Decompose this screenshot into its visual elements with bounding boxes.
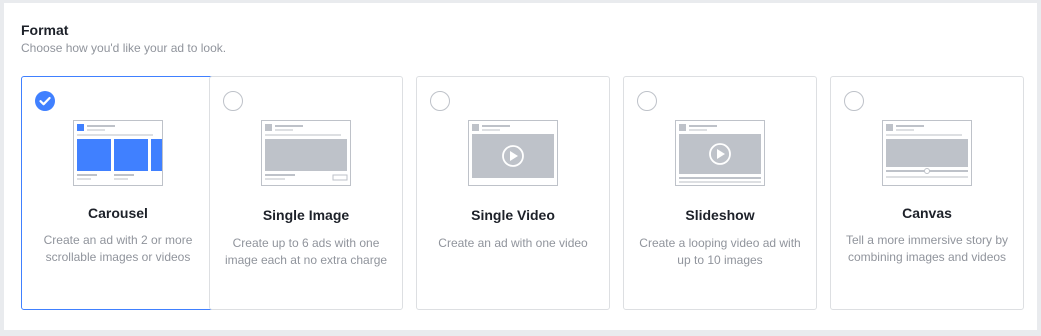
format-title: Slideshow [685,207,755,223]
section-subtitle: Choose how you'd like your ad to look. [21,41,227,55]
canvas-preview-icon [882,120,972,186]
single-video-preview-icon [468,120,558,186]
radio-unchecked-icon[interactable] [430,91,450,111]
section-title: Format [21,22,69,38]
radio-unchecked-icon[interactable] [844,91,864,111]
radio-unchecked-icon[interactable] [223,91,243,111]
format-option-slideshow[interactable]: Slideshow Create a looping video ad with… [623,76,817,310]
slideshow-preview-icon [675,120,765,186]
format-description: Create an ad with one video [438,236,588,250]
format-option-canvas[interactable]: Canvas Tell a more immersive story by co… [830,76,1024,310]
format-title: Carousel [88,205,148,221]
single-image-preview-icon [261,120,351,186]
carousel-preview-icon [73,120,163,186]
format-option-single-video[interactable]: Single Video Create an ad with one video [416,76,610,310]
format-description: Create a looping video ad with up to 10 … [639,236,801,267]
format-title: Canvas [902,205,952,221]
format-option-single-image[interactable]: Single Image Create up to 6 ads with one… [209,76,403,310]
format-title: Single Video [471,207,555,223]
format-description: Create an ad with 2 or more scrollable i… [43,233,193,264]
radio-checked-icon[interactable] [35,91,55,111]
format-description: Create up to 6 ads with one image each a… [224,236,388,267]
format-panel: Format Choose how you'd like your ad to … [4,3,1037,330]
format-description: Tell a more immersive story by combining… [845,233,1009,264]
format-option-carousel[interactable]: Carousel Create an ad with 2 or more scr… [21,76,215,310]
format-title: Single Image [262,207,350,223]
radio-unchecked-icon[interactable] [637,91,657,111]
